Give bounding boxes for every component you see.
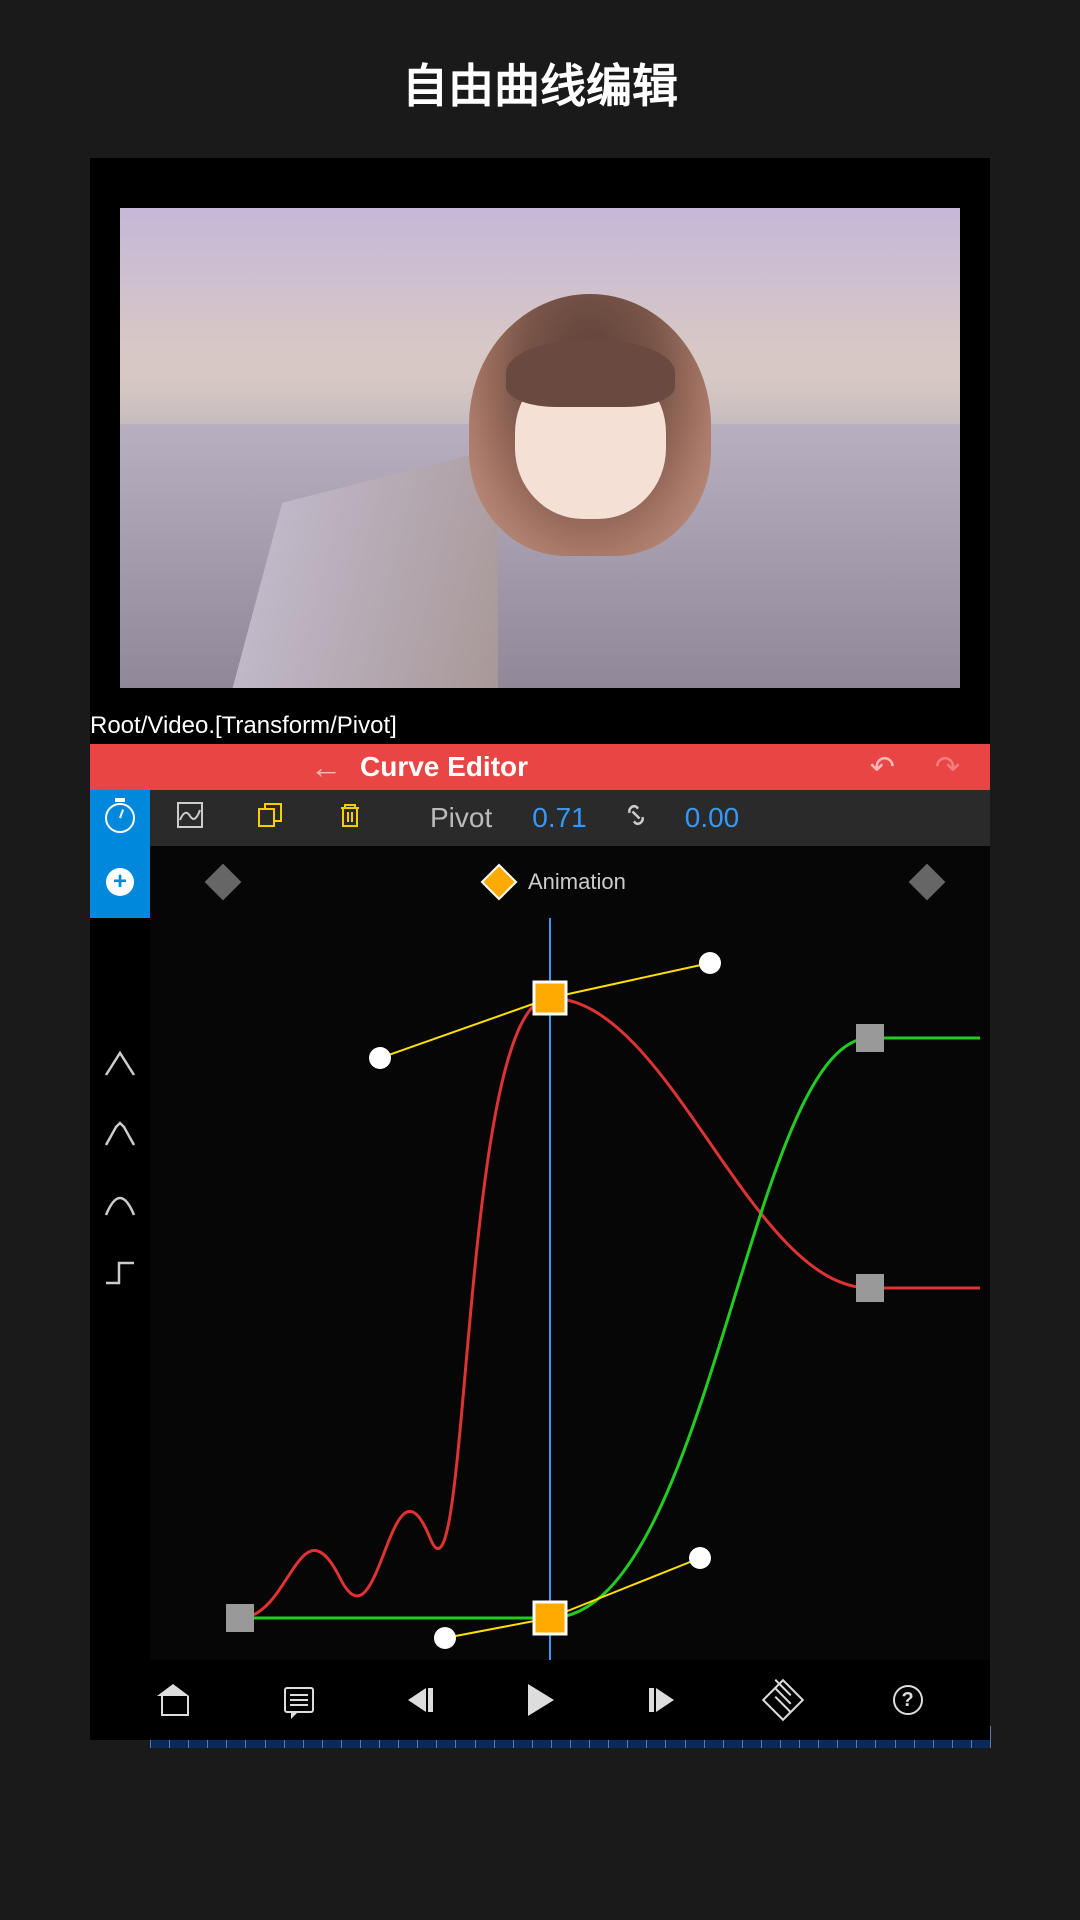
play-icon[interactable] [528, 1684, 554, 1716]
comment-icon[interactable] [284, 1687, 314, 1713]
keyframe-marker-active[interactable] [481, 864, 518, 901]
page-title: 自由曲线编辑 [0, 0, 1080, 166]
curve-linear-icon[interactable] [90, 1028, 150, 1098]
stopwatch-button[interactable] [90, 790, 150, 846]
trash-icon[interactable] [310, 802, 390, 835]
curve-ease-icon[interactable] [90, 1168, 150, 1238]
graph-mode-icon[interactable] [150, 802, 230, 835]
curve-bezier-icon[interactable] [90, 1098, 150, 1168]
premium-icon[interactable] [768, 1685, 798, 1715]
editor-header: ← Curve Editor ↶ ↷ [90, 744, 990, 790]
editor-title: Curve Editor [360, 751, 528, 783]
back-icon[interactable]: ← [310, 749, 342, 786]
keyframe-row: + Animation [90, 846, 990, 918]
curve-type-tools [90, 1028, 150, 1308]
pivot-label: Pivot [430, 802, 492, 834]
pivot-value-1[interactable]: 0.71 [532, 802, 587, 834]
add-keyframe-button[interactable]: + [90, 846, 150, 918]
prev-frame-icon[interactable] [408, 1688, 433, 1712]
curve-graph[interactable] [150, 918, 990, 1668]
copy-icon[interactable] [230, 802, 310, 835]
property-path: Root/Video.[Transform/Pivot] [90, 712, 397, 740]
stopwatch-icon [105, 803, 135, 833]
curve-step-icon[interactable] [90, 1238, 150, 1308]
pivot-value-2[interactable]: 0.00 [685, 802, 740, 834]
toolbar: Pivot 0.71 0.00 [90, 790, 990, 846]
keyframe-marker[interactable] [909, 864, 946, 901]
next-frame-icon[interactable] [649, 1688, 674, 1712]
keyframe-marker[interactable] [205, 864, 242, 901]
animation-label: Animation [528, 869, 626, 895]
plus-icon: + [106, 868, 134, 896]
link-icon[interactable] [622, 801, 650, 836]
app-frame: Root/Video.[Transform/Pivot] ← Curve Edi… [90, 158, 990, 1740]
home-icon[interactable] [157, 1684, 189, 1716]
bottom-bar: ? [90, 1660, 990, 1740]
help-icon[interactable]: ? [893, 1685, 923, 1715]
video-preview[interactable] [120, 208, 960, 688]
undo-icon[interactable]: ↶ [870, 750, 895, 785]
redo-icon[interactable]: ↷ [935, 750, 960, 785]
